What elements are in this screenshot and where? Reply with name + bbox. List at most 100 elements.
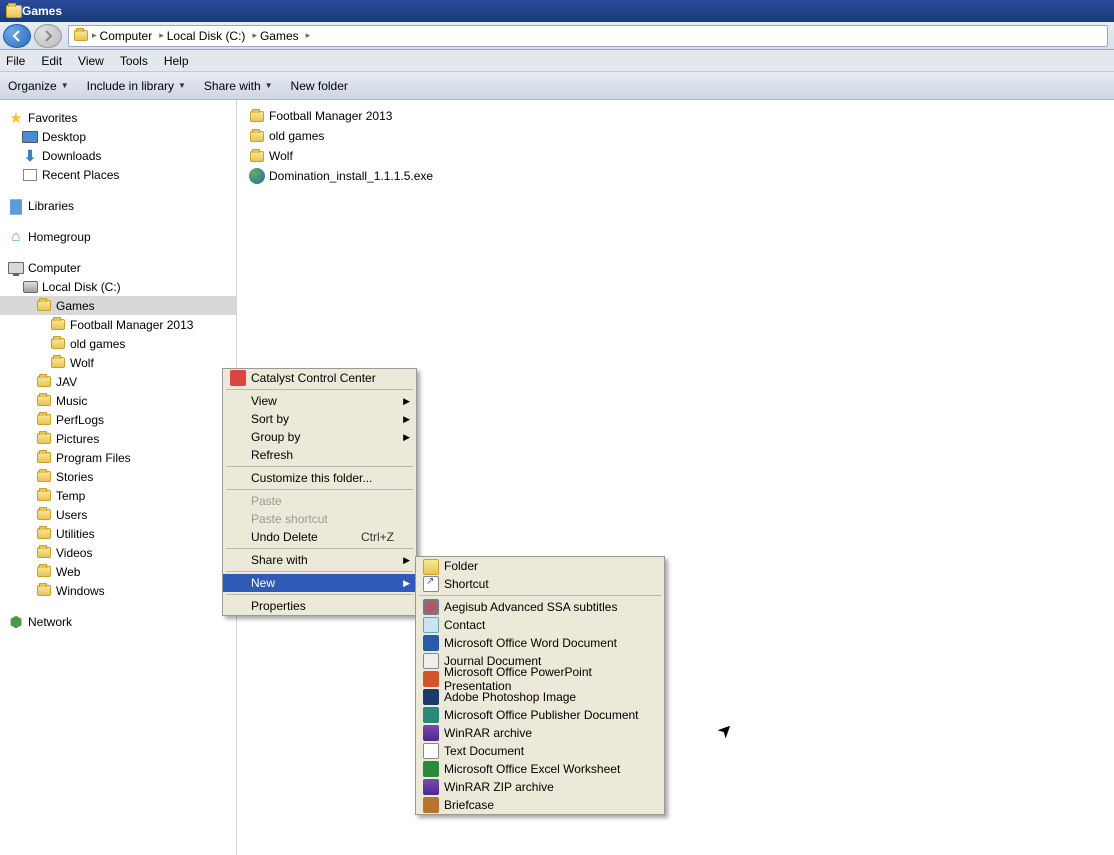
context-submenu-new: FolderShortcut Aegisub Advanced SSA subti…	[415, 556, 665, 815]
sidebar-item-folder[interactable]: Videos	[0, 543, 236, 562]
forward-button[interactable]	[34, 24, 62, 48]
file-item[interactable]: Wolf	[249, 146, 1102, 166]
sidebar-item-recent[interactable]: Recent Places	[0, 165, 236, 184]
sidebar-item-subfolder[interactable]: Wolf	[0, 353, 236, 372]
separator	[226, 594, 413, 595]
file-item[interactable]: Football Manager 2013	[249, 106, 1102, 126]
sidebar-item-desktop[interactable]: Desktop	[0, 127, 236, 146]
sidebar-item-subfolder[interactable]: Football Manager 2013	[0, 315, 236, 334]
new-folder-button[interactable]: New folder	[291, 79, 348, 93]
ctx-new-item[interactable]: Shortcut	[416, 575, 664, 593]
download-icon: ⬇	[22, 148, 38, 164]
rar-icon	[423, 725, 439, 741]
file-item[interactable]: Domination_install_1.1.1.5.exe	[249, 166, 1102, 186]
ctx-new-item[interactable]: WinRAR ZIP archive	[416, 778, 664, 796]
ctx-item-view[interactable]: View▶	[223, 392, 416, 410]
ctx-item-paste: Paste	[223, 492, 416, 510]
ctx-item-refresh[interactable]: Refresh	[223, 446, 416, 464]
folder-icon	[36, 488, 52, 504]
ctx-item-sort[interactable]: Sort by▶	[223, 410, 416, 428]
homegroup-icon: ⌂	[8, 229, 24, 245]
folder-icon	[50, 317, 66, 333]
ctx-new-item[interactable]: Microsoft Office Word Document	[416, 634, 664, 652]
ctx-item-properties[interactable]: Properties	[223, 597, 416, 615]
ctx-item-new[interactable]: New▶	[223, 574, 416, 592]
ppt-icon	[423, 671, 439, 687]
share-with-button[interactable]: Share with▼	[204, 79, 273, 93]
separator	[226, 548, 413, 549]
sidebar-item-localdisk[interactable]: Local Disk (C:)	[0, 277, 236, 296]
chevron-right-icon: ▸	[306, 30, 311, 41]
homegroup-header[interactable]: ⌂Homegroup	[0, 227, 236, 246]
separator	[419, 595, 661, 596]
sidebar-item-folder[interactable]: Windows	[0, 581, 236, 600]
sidebar-item-downloads[interactable]: ⬇Downloads	[0, 146, 236, 165]
folder-icon	[36, 507, 52, 523]
folder-icon	[6, 3, 22, 19]
chevron-right-icon: ▸	[159, 30, 164, 41]
sidebar-item-subfolder[interactable]: old games	[0, 334, 236, 353]
sidebar-item-folder[interactable]: Stories	[0, 467, 236, 486]
file-item[interactable]: old games	[249, 126, 1102, 146]
sidebar-item-folder[interactable]: Utilities	[0, 524, 236, 543]
ctx-new-item[interactable]: Microsoft Office PowerPoint Presentation	[416, 670, 664, 688]
shortcut-icon	[423, 576, 439, 592]
favorites-header[interactable]: ★Favorites	[0, 108, 236, 127]
ctx-item-group[interactable]: Group by▶	[223, 428, 416, 446]
ctx-new-item[interactable]: Text Document	[416, 742, 664, 760]
ctx-new-item[interactable]: Folder	[416, 557, 664, 575]
computer-header[interactable]: Computer	[0, 258, 236, 277]
exe-icon	[249, 168, 265, 184]
ctx-item-customize[interactable]: Customize this folder...	[223, 469, 416, 487]
sidebar-item-folder[interactable]: Program Files	[0, 448, 236, 467]
libraries-header[interactable]: ▇Libraries	[0, 196, 236, 215]
toolbar: Organize▼ Include in library▼ Share with…	[0, 72, 1114, 100]
ctx-new-item[interactable]: Microsoft Office Publisher Document	[416, 706, 664, 724]
ctx-new-item[interactable]: Contact	[416, 616, 664, 634]
catalyst-icon	[230, 370, 246, 386]
folder-icon	[36, 450, 52, 466]
folder-icon	[36, 469, 52, 485]
context-menu: Catalyst Control Center View▶ Sort by▶ G…	[222, 368, 417, 616]
menu-tools[interactable]: Tools	[120, 54, 148, 68]
network-header[interactable]: ⬢Network	[0, 612, 236, 631]
ctx-new-item[interactable]: Briefcase	[416, 796, 664, 814]
breadcrumb-item[interactable]: Computer	[100, 29, 153, 43]
ctx-new-item[interactable]: WinRAR archive	[416, 724, 664, 742]
window-title: Games	[22, 4, 62, 18]
ctx-new-item[interactable]: Microsoft Office Excel Worksheet	[416, 760, 664, 778]
organize-button[interactable]: Organize▼	[8, 79, 69, 93]
txt-icon	[423, 743, 439, 759]
folder-icon	[249, 128, 265, 144]
sidebar-item-folder[interactable]: Web	[0, 562, 236, 581]
include-library-button[interactable]: Include in library▼	[87, 79, 186, 93]
sidebar-item-folder[interactable]: Music	[0, 391, 236, 410]
journal-icon	[423, 653, 439, 669]
ctx-new-item[interactable]: Aegisub Advanced SSA subtitles	[416, 598, 664, 616]
disk-icon	[22, 279, 38, 295]
breadcrumb-item[interactable]: Games	[260, 29, 299, 43]
menu-file[interactable]: File	[6, 54, 25, 68]
menu-view[interactable]: View	[78, 54, 104, 68]
network-icon: ⬢	[8, 614, 24, 630]
sidebar-item-folder[interactable]: Pictures	[0, 429, 236, 448]
address-bar[interactable]: ▸ Computer ▸ Local Disk (C:) ▸ Games ▸	[68, 25, 1108, 47]
sidebar-item-folder[interactable]: PerfLogs	[0, 410, 236, 429]
menu-bar: File Edit View Tools Help	[0, 50, 1114, 72]
ctx-item-catalyst[interactable]: Catalyst Control Center	[223, 369, 416, 387]
chevron-right-icon: ▶	[403, 414, 410, 425]
folder-icon	[249, 108, 265, 124]
chevron-down-icon: ▼	[265, 81, 273, 90]
sidebar-item-folder[interactable]: JAV	[0, 372, 236, 391]
menu-edit[interactable]: Edit	[41, 54, 62, 68]
ctx-new-item[interactable]: Adobe Photoshop Image	[416, 688, 664, 706]
ctx-item-undo[interactable]: Undo DeleteCtrl+Z	[223, 528, 416, 546]
ctx-item-share[interactable]: Share with▶	[223, 551, 416, 569]
menu-help[interactable]: Help	[164, 54, 189, 68]
back-button[interactable]	[3, 24, 31, 48]
breadcrumb-item[interactable]: Local Disk (C:)	[167, 29, 246, 43]
sidebar-item-games[interactable]: Games	[0, 296, 236, 315]
sidebar-item-folder[interactable]: Users	[0, 505, 236, 524]
sidebar-item-folder[interactable]: Temp	[0, 486, 236, 505]
xls-icon	[423, 761, 439, 777]
